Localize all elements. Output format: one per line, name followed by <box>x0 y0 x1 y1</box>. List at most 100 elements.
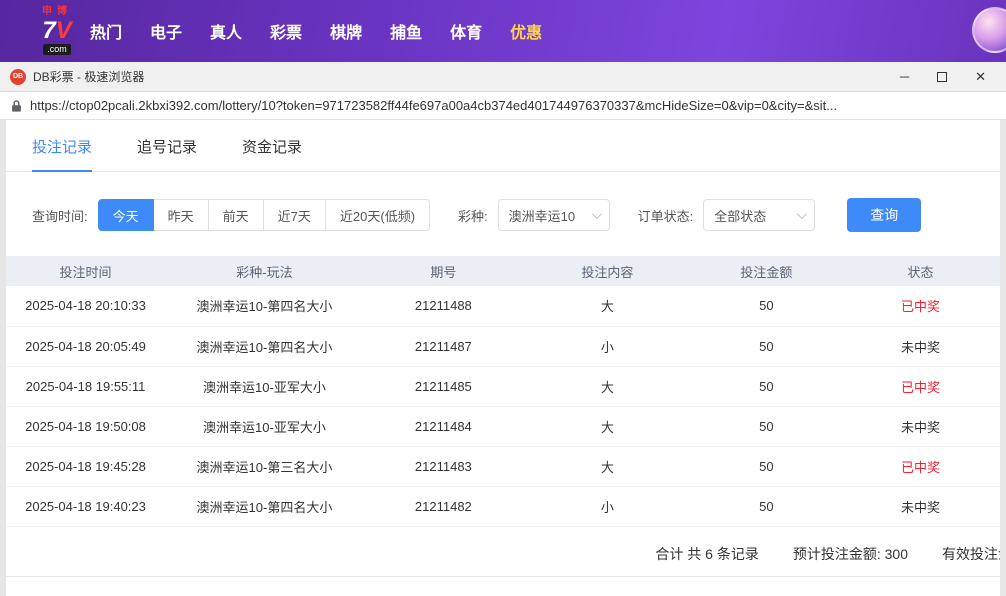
window-title: DB彩票 - 极速浏览器 <box>33 68 144 85</box>
bet-amount-cell: 50 <box>692 446 841 486</box>
bet-content-cell: 小 <box>523 326 692 366</box>
order-status-value: 全部状态 <box>714 206 766 225</box>
browser-address-bar: https://ctop02pcali.2kbxi392.com/lottery… <box>0 92 1006 120</box>
bet-amount-cell: 50 <box>692 286 841 326</box>
url-text[interactable]: https://ctop02pcali.2kbxi392.com/lottery… <box>30 98 837 113</box>
col-bet-amount: 投注金额 <box>692 256 841 286</box>
issue-cell: 21211484 <box>364 406 523 446</box>
bet-records-table: 投注时间 彩种-玩法 期号 投注内容 投注金额 状态 2025-04-18 20… <box>6 256 1000 527</box>
game-play-cell: 澳洲幸运10-第四名大小 <box>165 286 364 326</box>
time-filter-last7days[interactable]: 近7天 <box>263 199 326 231</box>
table-row: 2025-04-18 19:40:23 澳洲幸运10-第四名大小 2121148… <box>6 486 1000 526</box>
status-cell: 未中奖 <box>841 486 1000 526</box>
close-button[interactable]: ✕ <box>975 70 986 83</box>
bet-content-cell: 大 <box>523 406 692 446</box>
issue-cell: 21211483 <box>364 446 523 486</box>
page-content: 投注记录 追号记录 资金记录 查询时间: 今天 昨天 前天 近7天 近20天(低… <box>0 120 1006 596</box>
game-play-cell: 澳洲幸运10-第三名大小 <box>165 446 364 486</box>
game-play-cell: 澳洲幸运10-亚军大小 <box>165 406 364 446</box>
site-logo[interactable]: 申博 7V .com <box>42 7 72 55</box>
app-icon: DB <box>10 69 26 85</box>
table-row: 2025-04-18 20:05:49 澳洲幸运10-第四名大小 2121148… <box>6 326 1000 366</box>
time-filter-label: 查询时间: <box>32 206 88 225</box>
time-filter-last20days[interactable]: 近20天(低频) <box>325 199 430 231</box>
col-game-play: 彩种-玩法 <box>165 256 364 286</box>
site-nav-menu: 热门 电子 真人 彩票 棋牌 捕鱼 体育 优惠 <box>90 19 542 43</box>
nav-item-hot[interactable]: 热门 <box>90 19 122 43</box>
bet-time-cell: 2025-04-18 19:45:28 <box>6 446 165 486</box>
order-status-select[interactable]: 全部状态 <box>703 199 815 231</box>
game-play-cell: 澳洲幸运10-亚军大小 <box>165 366 364 406</box>
issue-cell: 21211488 <box>364 286 523 326</box>
lottery-select-value: 澳洲幸运10 <box>509 206 575 225</box>
bet-content-cell: 大 <box>523 366 692 406</box>
tab-fund-records[interactable]: 资金记录 <box>242 136 302 171</box>
time-filter-yesterday[interactable]: 昨天 <box>153 199 209 231</box>
nav-item-sports[interactable]: 体育 <box>450 19 482 43</box>
logo-brand-text: 申博 <box>42 7 72 17</box>
record-tabs: 投注记录 追号记录 资金记录 <box>6 120 1000 172</box>
col-bet-content: 投注内容 <box>523 256 692 286</box>
bet-time-cell: 2025-04-18 19:50:08 <box>6 406 165 446</box>
query-button[interactable]: 查询 <box>847 198 921 232</box>
status-cell: 未中奖 <box>841 326 1000 366</box>
filter-bar: 查询时间: 今天 昨天 前天 近7天 近20天(低频) 彩种: 澳洲幸运10 订… <box>6 172 1000 256</box>
bet-time-cell: 2025-04-18 20:10:33 <box>6 286 165 326</box>
logo-main-text: 7V <box>42 19 71 43</box>
table-row: 2025-04-18 19:55:11 澳洲幸运10-亚军大小 21211485… <box>6 366 1000 406</box>
summary-expected-amount: 预计投注金额: 300 <box>793 544 908 564</box>
chevron-down-icon <box>797 209 807 219</box>
table-row: 2025-04-18 20:10:33 澳洲幸运10-第四名大小 2121148… <box>6 286 1000 326</box>
lottery-select[interactable]: 澳洲幸运10 <box>498 199 610 231</box>
issue-cell: 21211482 <box>364 486 523 526</box>
bet-amount-cell: 50 <box>692 366 841 406</box>
bet-content-cell: 小 <box>523 486 692 526</box>
site-top-nav: 申博 7V .com 热门 电子 真人 彩票 棋牌 捕鱼 体育 优惠 <box>0 0 1006 62</box>
issue-cell: 21211487 <box>364 326 523 366</box>
nav-item-lottery[interactable]: 彩票 <box>270 19 302 43</box>
lock-icon <box>11 99 22 113</box>
minimize-button[interactable]: ─ <box>900 70 909 83</box>
bet-amount-cell: 50 <box>692 486 841 526</box>
col-bet-time: 投注时间 <box>6 256 165 286</box>
nav-item-chess[interactable]: 棋牌 <box>330 19 362 43</box>
tab-chase-records[interactable]: 追号记录 <box>137 136 197 171</box>
bet-time-cell: 2025-04-18 20:05:49 <box>6 326 165 366</box>
user-avatar[interactable] <box>972 7 1006 53</box>
window-controls: ─ ✕ <box>900 70 996 83</box>
game-play-cell: 澳洲幸运10-第四名大小 <box>165 326 364 366</box>
game-play-cell: 澳洲幸运10-第四名大小 <box>165 486 364 526</box>
bet-amount-cell: 50 <box>692 326 841 366</box>
status-cell: 已中奖 <box>841 446 1000 486</box>
time-filter-today[interactable]: 今天 <box>98 199 154 231</box>
col-status: 状态 <box>841 256 1000 286</box>
nav-item-live[interactable]: 真人 <box>210 19 242 43</box>
logo-suffix-text: .com <box>43 44 71 55</box>
bet-amount-cell: 50 <box>692 406 841 446</box>
maximize-button[interactable] <box>937 72 947 82</box>
bet-time-cell: 2025-04-18 19:40:23 <box>6 486 165 526</box>
bet-content-cell: 大 <box>523 446 692 486</box>
bet-time-cell: 2025-04-18 19:55:11 <box>6 366 165 406</box>
col-issue: 期号 <box>364 256 523 286</box>
issue-cell: 21211485 <box>364 366 523 406</box>
tab-bet-records[interactable]: 投注记录 <box>32 136 92 172</box>
nav-item-fishing[interactable]: 捕鱼 <box>390 19 422 43</box>
chevron-down-icon <box>592 209 602 219</box>
status-cell: 已中奖 <box>841 286 1000 326</box>
order-status-label: 订单状态: <box>638 206 694 225</box>
summary-valid-amount: 有效投注金额 <box>942 544 1000 564</box>
summary-bar: 合计 共 6 条记录 预计投注金额: 300 有效投注金额 <box>6 527 1000 576</box>
summary-total-records: 合计 共 6 条记录 <box>655 544 758 564</box>
table-header-row: 投注时间 彩种-玩法 期号 投注内容 投注金额 状态 <box>6 256 1000 286</box>
status-cell: 未中奖 <box>841 406 1000 446</box>
table-row: 2025-04-18 19:45:28 澳洲幸运10-第三名大小 2121148… <box>6 446 1000 486</box>
time-filter-group: 今天 昨天 前天 近7天 近20天(低频) <box>98 199 430 231</box>
table-row: 2025-04-18 19:50:08 澳洲幸运10-亚军大小 21211484… <box>6 406 1000 446</box>
lottery-select-label: 彩种: <box>458 206 488 225</box>
bet-content-cell: 大 <box>523 286 692 326</box>
time-filter-before-yesterday[interactable]: 前天 <box>208 199 264 231</box>
status-cell: 已中奖 <box>841 366 1000 406</box>
nav-item-slots[interactable]: 电子 <box>150 19 182 43</box>
nav-item-promo[interactable]: 优惠 <box>510 19 542 43</box>
